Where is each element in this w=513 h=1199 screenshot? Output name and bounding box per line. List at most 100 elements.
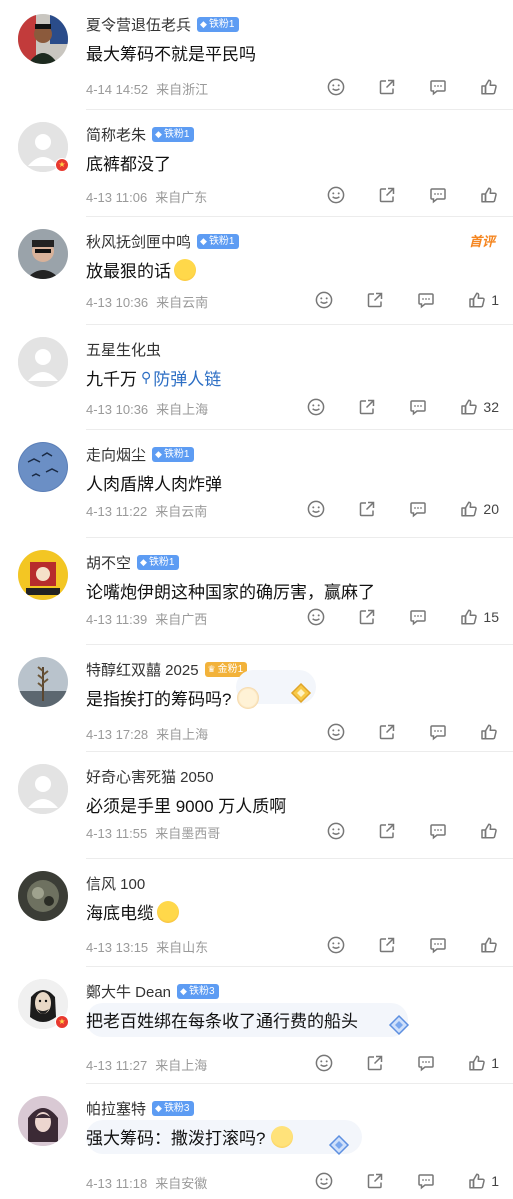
- avatar[interactable]: [18, 871, 68, 921]
- action-bar: 15: [306, 607, 499, 627]
- like-icon[interactable]: 15: [459, 607, 499, 627]
- comment-text[interactable]: 是指挨打的筹码吗?: [86, 685, 260, 710]
- smile-icon[interactable]: [306, 607, 326, 627]
- smile-icon[interactable]: [326, 722, 346, 742]
- comment-icon[interactable]: [428, 722, 448, 742]
- username[interactable]: 特醇红双囍 2025: [86, 659, 199, 680]
- smile-icon[interactable]: [326, 821, 346, 841]
- comment-icon[interactable]: [408, 607, 428, 627]
- like-icon[interactable]: 32: [459, 397, 499, 417]
- avatar[interactable]: [18, 442, 68, 492]
- username[interactable]: 帕拉塞特: [86, 1098, 146, 1119]
- share-icon[interactable]: [357, 499, 377, 519]
- verified-badge-icon: ★: [55, 158, 69, 172]
- avatar[interactable]: [18, 657, 68, 707]
- fan-badge: ◆ 铁粉1: [152, 447, 194, 462]
- comment-icon[interactable]: [408, 397, 428, 417]
- share-icon[interactable]: [357, 397, 377, 417]
- comment-icon[interactable]: [416, 290, 436, 310]
- user-info: 秋风抚剑匣中鸣 ◆ 铁粉1: [86, 231, 239, 252]
- like-icon[interactable]: [479, 821, 499, 841]
- comment-icon[interactable]: [416, 1053, 436, 1073]
- comment-text[interactable]: 最大筹码不就是平民吗: [86, 40, 256, 65]
- comment-text[interactable]: 放最狠的话: [86, 257, 196, 282]
- avatar[interactable]: [18, 229, 68, 279]
- comment-text[interactable]: 人肉盾牌人肉炸弹: [86, 470, 222, 495]
- like-count: 20: [483, 501, 499, 517]
- topic-link[interactable]: ⚲ 防弹人链: [141, 365, 221, 390]
- avatar[interactable]: [18, 1096, 68, 1146]
- like-icon[interactable]: 1: [467, 1053, 499, 1073]
- smile-icon[interactable]: [314, 290, 334, 310]
- username[interactable]: 五星生化虫: [86, 339, 161, 360]
- comment-item: 走向烟尘 ◆ 铁粉1 人肉盾牌人肉炸弹 4-13 11:22 来自云南 20: [0, 430, 513, 538]
- share-icon[interactable]: [365, 1053, 385, 1073]
- like-icon[interactable]: 1: [467, 1171, 499, 1191]
- comment-text[interactable]: 底裤都没了: [86, 150, 171, 175]
- smile-icon[interactable]: [314, 1053, 334, 1073]
- username[interactable]: 信风 100: [86, 873, 145, 894]
- share-icon[interactable]: [377, 935, 397, 955]
- comment-icon[interactable]: [428, 77, 448, 97]
- like-icon[interactable]: [479, 185, 499, 205]
- smile-icon[interactable]: [306, 499, 326, 519]
- comment-body: 论嘴炮伊朗这种国家的确厉害，赢麻了: [86, 583, 375, 602]
- comment-icon[interactable]: [416, 1171, 436, 1191]
- fan-badge: ◆ 铁粉1: [197, 234, 239, 249]
- avatar[interactable]: [18, 337, 68, 387]
- diamond-icon: ◆: [155, 449, 162, 459]
- smile-icon[interactable]: [326, 77, 346, 97]
- fan-label: 铁粉1: [163, 449, 190, 460]
- avatar[interactable]: [18, 764, 68, 814]
- comment-text[interactable]: 九千万 ⚲ 防弹人链: [86, 365, 221, 390]
- comment-text[interactable]: 必须是手里 9000 万人质啊: [86, 792, 286, 817]
- user-info: 走向烟尘 ◆ 铁粉1: [86, 444, 194, 465]
- share-icon[interactable]: [365, 1171, 385, 1191]
- like-count: 1: [491, 1173, 499, 1189]
- username[interactable]: 好奇心害死猫 2050: [86, 766, 214, 787]
- comment-text[interactable]: 论嘴炮伊朗这种国家的确厉害，赢麻了: [86, 578, 375, 603]
- smile-icon[interactable]: [326, 185, 346, 205]
- comment-icon[interactable]: [428, 935, 448, 955]
- avatar[interactable]: [18, 550, 68, 600]
- username[interactable]: 胡不空: [86, 552, 131, 573]
- username[interactable]: 夏令营退伍老兵: [86, 14, 191, 35]
- share-icon[interactable]: [377, 722, 397, 742]
- comment-item: 胡不空 ◆ 铁粉1 论嘴炮伊朗这种国家的确厉害，赢麻了 4-13 11:39 来自广…: [0, 538, 513, 645]
- username[interactable]: 秋风抚剑匣中鸣: [86, 231, 191, 252]
- share-icon[interactable]: [377, 185, 397, 205]
- username[interactable]: 鄭大牛 Dean: [86, 981, 171, 1002]
- diamond-icon: ◆: [180, 986, 187, 996]
- diamond-icon: ◆: [155, 129, 162, 139]
- action-bar: 1: [314, 290, 499, 310]
- comment-icon[interactable]: [428, 185, 448, 205]
- comment-body: 强大筹码：撒泼打滚吗?: [86, 1129, 266, 1148]
- fan-badge: ◆ 铁粉1: [152, 127, 194, 142]
- comment-icon[interactable]: [428, 821, 448, 841]
- smile-icon[interactable]: [326, 935, 346, 955]
- comment-text[interactable]: 把老百姓绑在每条收了通行费的船头: [86, 1007, 358, 1032]
- like-icon[interactable]: [479, 935, 499, 955]
- username[interactable]: 走向烟尘: [86, 444, 146, 465]
- fan-label: 铁粉1: [208, 236, 235, 247]
- like-icon[interactable]: [479, 77, 499, 97]
- share-icon[interactable]: [365, 290, 385, 310]
- avatar[interactable]: [18, 14, 68, 64]
- comment-icon[interactable]: [408, 499, 428, 519]
- first-comment-badge: 首评: [468, 234, 495, 249]
- share-icon[interactable]: [377, 77, 397, 97]
- smile-icon[interactable]: [306, 397, 326, 417]
- like-icon[interactable]: 1: [467, 290, 499, 310]
- like-icon[interactable]: 20: [459, 499, 499, 519]
- smile-icon[interactable]: [314, 1171, 334, 1191]
- like-icon[interactable]: [479, 722, 499, 742]
- comment-text[interactable]: 强大筹码：撒泼打滚吗?: [86, 1124, 294, 1149]
- gem-icon: [388, 1014, 410, 1036]
- comment-text[interactable]: 海底电缆: [86, 899, 179, 924]
- share-icon[interactable]: [357, 607, 377, 627]
- username[interactable]: 简称老朱: [86, 124, 146, 145]
- comment-meta: 4-13 11:22 来自云南: [86, 501, 207, 520]
- comment-meta: 4-14 14:52 来自浙江: [86, 79, 208, 98]
- location: 来自上海: [156, 727, 209, 742]
- share-icon[interactable]: [377, 821, 397, 841]
